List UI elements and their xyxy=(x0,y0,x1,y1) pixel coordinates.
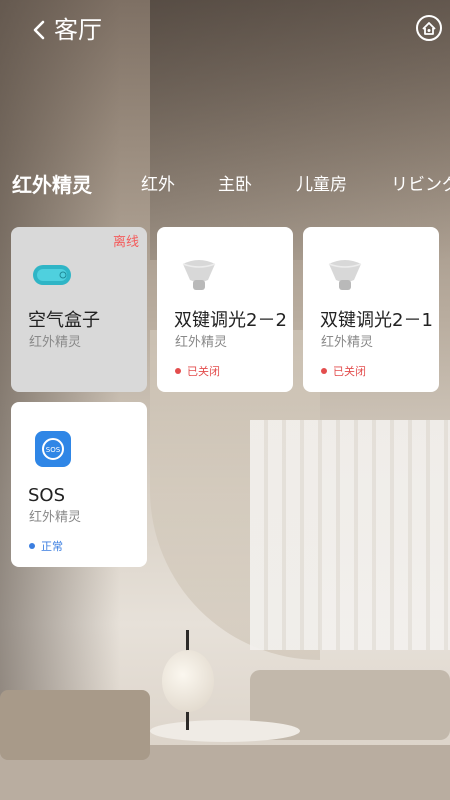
device-group: 红外精灵 xyxy=(29,510,82,525)
room-tabs: 红外精灵 红外 主卧 儿童房 リビング xyxy=(0,165,450,205)
chevron-left-icon xyxy=(33,20,45,40)
tab-living-room[interactable]: リビング xyxy=(391,165,450,205)
offline-badge: 离线 xyxy=(112,235,139,250)
tab-kids-room[interactable]: 儿童房 xyxy=(296,165,347,205)
device-status: 正常 xyxy=(29,540,63,554)
device-name: 双键调光2－2 xyxy=(174,310,287,331)
device-card-air-box[interactable]: 离线 空气盒子 红外精灵 xyxy=(11,227,147,392)
svg-text:SOS: SOS xyxy=(46,446,61,454)
sos-icon: SOS xyxy=(31,427,75,471)
light-bulb-icon xyxy=(177,252,221,296)
home-button[interactable] xyxy=(415,14,443,42)
device-card-dimmer-2-1[interactable]: 双键调光2－1 红外精灵 已关闭 xyxy=(303,227,439,392)
room-background-image xyxy=(0,0,450,800)
status-text: 已关闭 xyxy=(187,365,220,378)
back-button[interactable] xyxy=(30,14,50,46)
tab-infrared[interactable]: 红外 xyxy=(141,165,175,205)
status-dot xyxy=(321,368,327,374)
tab-infrared-sprite[interactable]: 红外精灵 xyxy=(12,165,92,205)
device-status: 已关闭 xyxy=(321,365,366,379)
device-card-dimmer-2-2[interactable]: 双键调光2－2 红外精灵 已关闭 xyxy=(157,227,293,392)
status-text: 已关闭 xyxy=(333,365,366,378)
status-text: 正常 xyxy=(41,540,63,553)
page-title: 客厅 xyxy=(54,16,102,44)
device-name: SOS xyxy=(28,485,66,506)
header-bar: 客厅 xyxy=(0,0,450,60)
home-icon xyxy=(416,15,442,41)
device-status: 已关闭 xyxy=(175,365,220,379)
light-bulb-icon xyxy=(323,252,367,296)
device-group: 红外精灵 xyxy=(321,335,374,350)
air-box-icon xyxy=(31,252,75,296)
device-card-sos[interactable]: SOS SOS 红外精灵 正常 xyxy=(11,402,147,567)
status-dot xyxy=(29,543,35,549)
tab-master-bedroom[interactable]: 主卧 xyxy=(218,165,252,205)
device-name: 空气盒子 xyxy=(28,310,100,331)
device-group: 红外精灵 xyxy=(29,335,82,350)
status-dot xyxy=(175,368,181,374)
device-name: 双键调光2－1 xyxy=(320,310,433,331)
device-group: 红外精灵 xyxy=(175,335,228,350)
